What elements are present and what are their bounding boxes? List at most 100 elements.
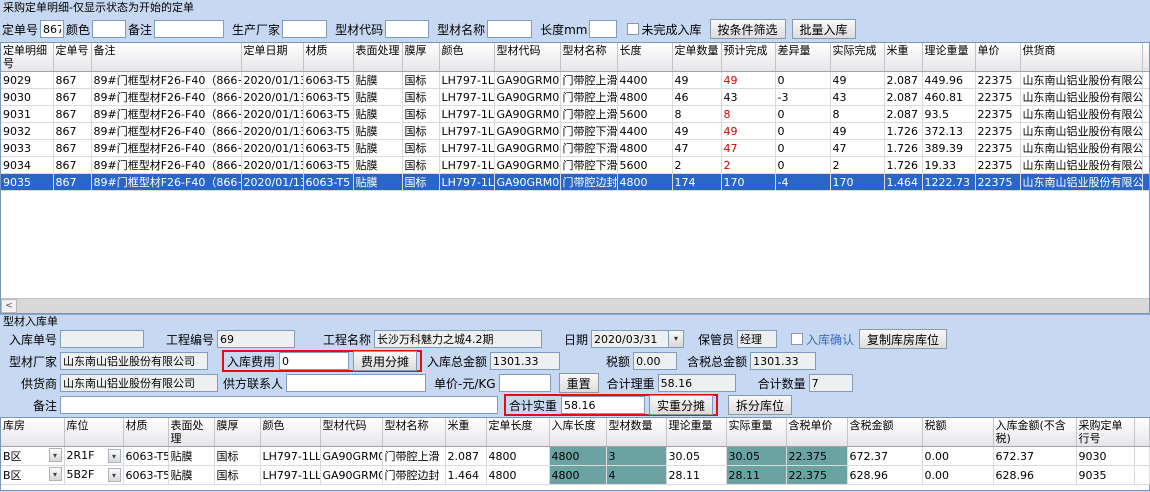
column-header[interactable]: 实际重量	[726, 418, 786, 447]
cell: 867	[53, 140, 91, 157]
table-row[interactable]: ▾B区▾5B2F6063-T5贴膜国标LH797-1LL0GA90GRM05门带…	[1, 466, 1149, 485]
unit-price-input[interactable]	[499, 374, 551, 392]
color-input[interactable]	[92, 20, 126, 38]
column-header[interactable]: 颜色	[439, 43, 494, 72]
table-row[interactable]: 903586789#门框型材F26-F40（866+867）2020/01/13…	[1, 174, 1149, 191]
length-input[interactable]	[589, 20, 617, 38]
table-row[interactable]: 903186789#门框型材F26-F40（866+867）2020/01/13…	[1, 106, 1149, 123]
total-with-tax-input[interactable]	[750, 352, 816, 370]
total-qty-input[interactable]	[809, 374, 853, 392]
column-header[interactable]	[1142, 43, 1149, 72]
fee-allocate-button[interactable]: 费用分摊	[353, 351, 417, 371]
dropdown-arrow-icon[interactable]: ▾	[108, 468, 121, 482]
remark-field-input[interactable]	[60, 396, 498, 414]
column-header[interactable]: 型材名称	[560, 43, 617, 72]
column-header[interactable]: 差异量	[775, 43, 830, 72]
column-header[interactable]: 理论重量	[666, 418, 726, 447]
column-header[interactable]: 入库长度	[549, 418, 606, 447]
date-dropdown-icon[interactable]: ▾	[669, 330, 684, 348]
date-picker[interactable]: ▾	[591, 330, 684, 348]
column-header[interactable]: 定单号	[53, 43, 91, 72]
profile-name-input[interactable]	[487, 20, 532, 38]
column-header[interactable]: 定单明细号	[1, 43, 53, 72]
column-header[interactable]: 含税金额	[847, 418, 922, 447]
column-header[interactable]: 膜厚	[402, 43, 439, 72]
order-no-input[interactable]	[40, 20, 64, 38]
column-header[interactable]: 表面处理	[353, 43, 402, 72]
table-row[interactable]: 903086789#门框型材F26-F40（866+867）2020/01/13…	[1, 89, 1149, 106]
unfinished-checkbox[interactable]	[627, 23, 639, 35]
table-row[interactable]: 902986789#门框型材F26-F40（866+867）2020/01/13…	[1, 72, 1149, 89]
column-header[interactable]: 入库金额(不含税)	[993, 418, 1076, 447]
cell: 89#门框型材F26-F40（866+867）	[91, 157, 241, 174]
column-header[interactable]: 库位	[64, 418, 123, 447]
table-row[interactable]: ▾B区▾2R1F6063-T5贴膜国标LH797-1LL0GA90GRM03门带…	[1, 447, 1149, 466]
column-header[interactable]: 供货商	[1020, 43, 1142, 72]
dropdown-arrow-icon[interactable]: ▾	[108, 449, 121, 463]
copy-location-button[interactable]: 复制库房库位	[859, 329, 947, 349]
table-row[interactable]: 903286789#门框型材F26-F40（866+867）2020/01/13…	[1, 123, 1149, 140]
scroll-left-icon[interactable]: <	[1, 299, 17, 313]
column-header[interactable]: 米重	[884, 43, 922, 72]
column-header[interactable]: 定单日期	[241, 43, 303, 72]
cell: 8	[721, 106, 775, 123]
column-header[interactable]: 米重	[445, 418, 486, 447]
inbound-fee-input[interactable]	[279, 352, 349, 370]
project-name-input[interactable]	[374, 330, 542, 348]
column-header[interactable]: 含税单价	[786, 418, 847, 447]
column-header[interactable]: 膜厚	[214, 418, 260, 447]
column-header[interactable]: 税额	[922, 418, 993, 447]
dropdown-arrow-icon[interactable]: ▾	[49, 448, 62, 462]
reset-button[interactable]: 重置	[559, 373, 599, 393]
total-actual-weight-input[interactable]	[561, 396, 645, 414]
column-header[interactable]: 定单长度	[486, 418, 549, 447]
column-header[interactable]: 定单数量	[672, 43, 721, 72]
column-header[interactable]: 长度	[617, 43, 672, 72]
column-header[interactable]: 型材代码	[494, 43, 560, 72]
column-header[interactable]: 预计完成	[721, 43, 775, 72]
column-header[interactable]	[1134, 418, 1149, 447]
cell: 贴膜	[353, 140, 402, 157]
cell: 2.087	[445, 447, 486, 466]
column-header[interactable]: 型材代码	[320, 418, 382, 447]
profile-code-input[interactable]	[385, 20, 429, 38]
column-header[interactable]: 材质	[303, 43, 353, 72]
scrollbar-track[interactable]	[17, 299, 1149, 313]
supplier-input[interactable]	[60, 374, 218, 392]
keeper-input[interactable]	[737, 330, 777, 348]
actual-weight-allocate-button[interactable]: 实重分摊	[649, 395, 713, 415]
table-row[interactable]: 903386789#门框型材F26-F40（866+867）2020/01/13…	[1, 140, 1149, 157]
split-location-button[interactable]: 拆分库位	[728, 395, 792, 415]
column-header[interactable]: 理论重量	[922, 43, 975, 72]
column-header[interactable]: 采购定单行号	[1076, 418, 1134, 447]
date-input[interactable]	[591, 330, 669, 348]
horizontal-scrollbar[interactable]: <	[1, 298, 1149, 313]
batch-inbound-button[interactable]: 批量入库	[792, 19, 856, 39]
column-header[interactable]: 型材名称	[382, 418, 445, 447]
supplier-contact-input[interactable]	[286, 374, 426, 392]
column-header[interactable]: 实际完成	[830, 43, 884, 72]
column-header[interactable]: 材质	[123, 418, 168, 447]
dropdown-arrow-icon[interactable]: ▾	[49, 467, 62, 481]
total-theory-weight-input[interactable]	[658, 374, 736, 392]
cell: 国标	[402, 157, 439, 174]
column-header[interactable]: 颜色	[260, 418, 320, 447]
inbound-no-input[interactable]	[60, 330, 144, 348]
table-row[interactable]: 903486789#门框型材F26-F40（866+867）2020/01/13…	[1, 157, 1149, 174]
column-header[interactable]: 型材数量	[606, 418, 666, 447]
cell: 2020/01/13	[241, 123, 303, 140]
column-header[interactable]: 备注	[91, 43, 241, 72]
total-amount-input[interactable]	[490, 352, 560, 370]
column-header[interactable]: 表面处理	[168, 418, 214, 447]
manufacturer-input[interactable]	[282, 20, 327, 38]
cell: 1.464	[884, 174, 922, 191]
remark-input[interactable]	[154, 20, 224, 38]
inbound-confirm-checkbox[interactable]	[791, 333, 803, 345]
column-header[interactable]: 库房	[1, 418, 64, 447]
project-no-input[interactable]	[217, 330, 295, 348]
factory-input[interactable]	[60, 352, 208, 370]
column-header[interactable]: 单价	[975, 43, 1020, 72]
filter-by-condition-button[interactable]: 按条件筛选	[710, 19, 786, 39]
cell: 贴膜	[353, 174, 402, 191]
tax-input[interactable]	[633, 352, 677, 370]
